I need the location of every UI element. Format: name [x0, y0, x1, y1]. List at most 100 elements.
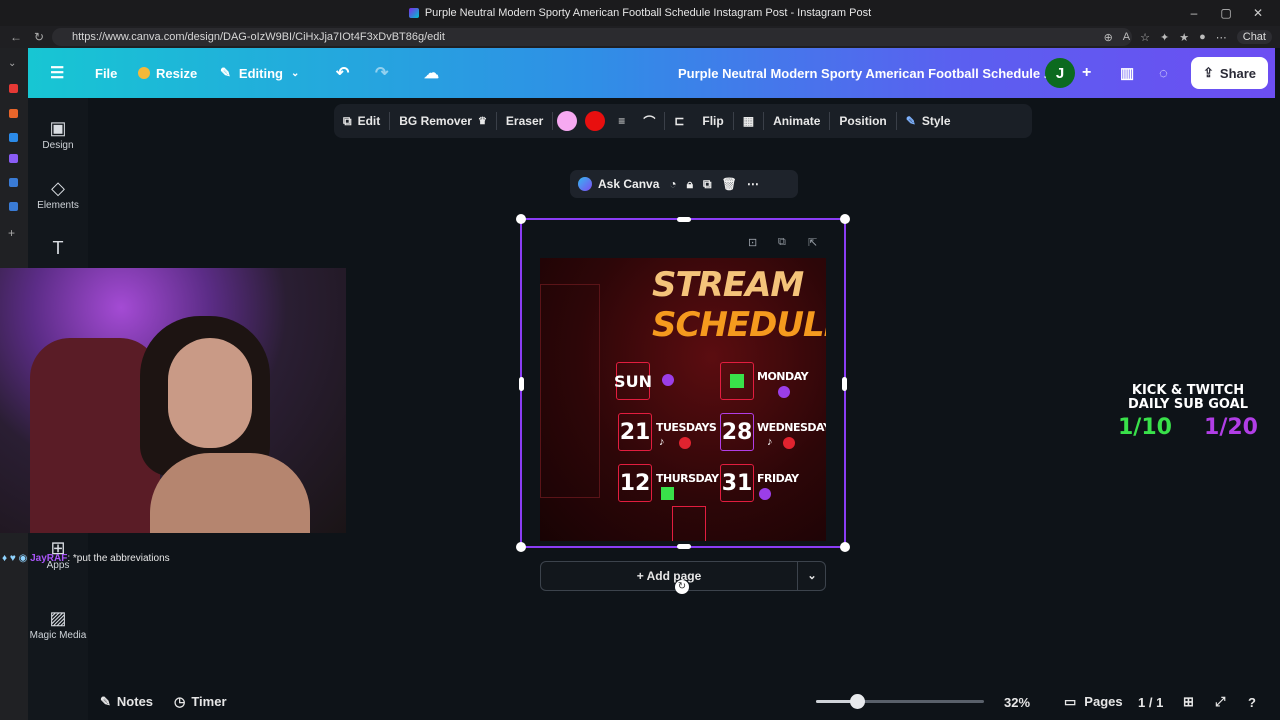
analytics-icon[interactable]: ▥: [1120, 48, 1134, 98]
divider: [552, 112, 554, 130]
grid-view-icon[interactable]: ⊞: [1183, 694, 1194, 710]
tiktok-icon: ♪: [659, 436, 665, 448]
zoom-percent[interactable]: 32%: [1004, 695, 1030, 710]
crop-icon[interactable]: ⊏: [665, 114, 693, 128]
resize-handle[interactable]: [516, 214, 526, 224]
maximize-button[interactable]: ▢: [1210, 6, 1242, 20]
rotate-handle-icon[interactable]: ↻: [675, 580, 689, 594]
border-style-icon[interactable]: ≡: [609, 114, 634, 128]
corner-rounding-icon[interactable]: ⌒: [634, 113, 664, 130]
day-box-monday: [720, 362, 754, 400]
resize-handle[interactable]: [840, 542, 850, 552]
profile-icon[interactable]: ●: [1199, 31, 1206, 43]
bg-remover-button[interactable]: BG Remover ♛: [390, 114, 496, 128]
style-button[interactable]: ✎ Style: [897, 114, 960, 128]
resize-handle[interactable]: [519, 377, 524, 391]
extensions-icon[interactable]: ✦: [1160, 31, 1169, 44]
sidebar-item-text[interactable]: T: [28, 236, 88, 260]
browser-actions: ⊕ A ☆ ✦ ★ ● ⋯ Chat: [1104, 26, 1272, 48]
share-button[interactable]: ⇪ Share: [1191, 57, 1269, 89]
edge-icon[interactable]: [9, 133, 18, 142]
chat-username: JayRAF: [30, 553, 68, 564]
copilot-chat-button[interactable]: Chat: [1236, 30, 1272, 44]
color-swatch-red[interactable]: [585, 111, 606, 131]
position-button[interactable]: Position: [830, 114, 895, 128]
canva-icon[interactable]: [9, 154, 18, 163]
resize-handle[interactable]: [677, 544, 691, 549]
zoom-slider[interactable]: [816, 694, 984, 709]
fullscreen-icon[interactable]: ⤢: [1215, 694, 1225, 710]
search-icon[interactable]: [9, 202, 18, 211]
lock-page-icon[interactable]: ⊡: [748, 236, 757, 249]
resize-handle[interactable]: [842, 377, 847, 391]
sidebar-item-label: Elements: [37, 200, 79, 211]
edit-button[interactable]: ⧉ Edit: [334, 114, 389, 129]
redo-icon[interactable]: ↷: [375, 48, 388, 98]
sidebar-item-design[interactable]: ▣ Design: [28, 116, 88, 151]
comment-icon[interactable]: ◔: [669, 177, 676, 191]
add-icon[interactable]: +: [8, 226, 15, 240]
file-menu[interactable]: File: [95, 48, 117, 98]
resize-handle[interactable]: [840, 214, 850, 224]
cloud-saved-icon[interactable]: ☁: [424, 48, 439, 98]
twitch-icon: [662, 374, 674, 386]
ask-canva-button[interactable]: Ask Canva: [578, 177, 659, 191]
address-bar[interactable]: https://www.canva.com/design/DAG-oIzW9BI…: [52, 28, 1132, 46]
pages-button[interactable]: ▭ Pages: [1064, 694, 1123, 710]
sidebar-item-elements[interactable]: ◇ Elements: [28, 176, 88, 211]
add-page-icon[interactable]: ⇱: [808, 236, 817, 249]
flip-button[interactable]: Flip: [693, 114, 732, 128]
timer-button[interactable]: ◷ Timer: [174, 694, 227, 710]
add-page-button[interactable]: + Add page: [541, 562, 797, 590]
lock-icon[interactable]: 🔒︎: [687, 177, 693, 192]
sidebar-collapse-icon[interactable]: ⌄: [8, 58, 16, 69]
zoom-icon[interactable]: ⊕: [1104, 31, 1113, 44]
sidebar-item-magic-media[interactable]: ▨ Magic Media: [28, 606, 88, 641]
chevron-down-icon[interactable]: ⌄: [798, 562, 826, 590]
twitch-icon: [759, 488, 771, 500]
add-collaborator-icon[interactable]: +: [1082, 48, 1091, 98]
transparency-icon[interactable]: ▦: [734, 114, 763, 128]
favorite-icon[interactable]: ☆: [1140, 31, 1150, 44]
day-label-wednesdays: WEDNESDAYS: [757, 421, 826, 434]
goal-line-1: KICK & TWITCH: [1131, 383, 1245, 398]
animate-button[interactable]: Animate: [764, 114, 829, 128]
back-icon[interactable]: ←: [10, 30, 24, 44]
pencil-icon: ✎: [220, 65, 231, 80]
document-title[interactable]: Purple Neutral Modern Sporty American Fo…: [678, 48, 1055, 98]
search-icon[interactable]: [9, 178, 18, 187]
resize-handle[interactable]: [516, 542, 526, 552]
menu-icon[interactable]: ⋯: [1216, 31, 1227, 44]
avatar: J: [1045, 58, 1075, 88]
day-label-friday: FRIDAY: [757, 472, 799, 485]
duplicate-page-icon[interactable]: ⧉: [778, 236, 786, 249]
app-icon[interactable]: [9, 109, 18, 118]
notes-label: Notes: [116, 694, 154, 709]
youtube-icon[interactable]: [9, 84, 18, 93]
close-button[interactable]: ✕: [1242, 6, 1274, 20]
resize-handle[interactable]: [677, 217, 691, 222]
duplicate-icon[interactable]: ⧉: [703, 177, 712, 192]
design-page[interactable]: STREAM SCHEDULE SUN MONDAY 21 TUESDAYS ♪…: [540, 258, 826, 541]
editing-mode-dropdown[interactable]: ✎ Editing ⌄: [220, 48, 299, 98]
comments-icon[interactable]: ◌: [1159, 48, 1168, 98]
day-label-monday: MONDAY: [757, 370, 809, 383]
color-swatch-pink[interactable]: [557, 111, 578, 131]
menu-icon[interactable]: ☰: [50, 48, 64, 98]
trash-icon[interactable]: 🗑︎: [722, 177, 737, 191]
read-aloud-icon[interactable]: A: [1123, 31, 1130, 43]
minimize-button[interactable]: –: [1178, 6, 1210, 20]
notes-button[interactable]: ✎ Notes: [100, 694, 153, 710]
window-title-bar: Purple Neutral Modern Sporty American Fo…: [0, 0, 1280, 26]
share-icon: ⇪: [1203, 65, 1214, 80]
zoom-slider-knob[interactable]: [850, 694, 865, 709]
resize-button[interactable]: Resize: [138, 48, 197, 98]
more-icon[interactable]: ⋯: [747, 177, 759, 191]
reload-icon[interactable]: ↻: [34, 30, 48, 44]
share-label: Share: [1219, 65, 1257, 81]
favorites-bar-icon[interactable]: ★: [1179, 31, 1189, 44]
undo-icon[interactable]: ↶: [336, 48, 349, 98]
eraser-button[interactable]: Eraser: [497, 114, 552, 128]
help-icon[interactable]: ?: [1248, 695, 1256, 710]
avatar-container[interactable]: J: [1045, 48, 1075, 98]
